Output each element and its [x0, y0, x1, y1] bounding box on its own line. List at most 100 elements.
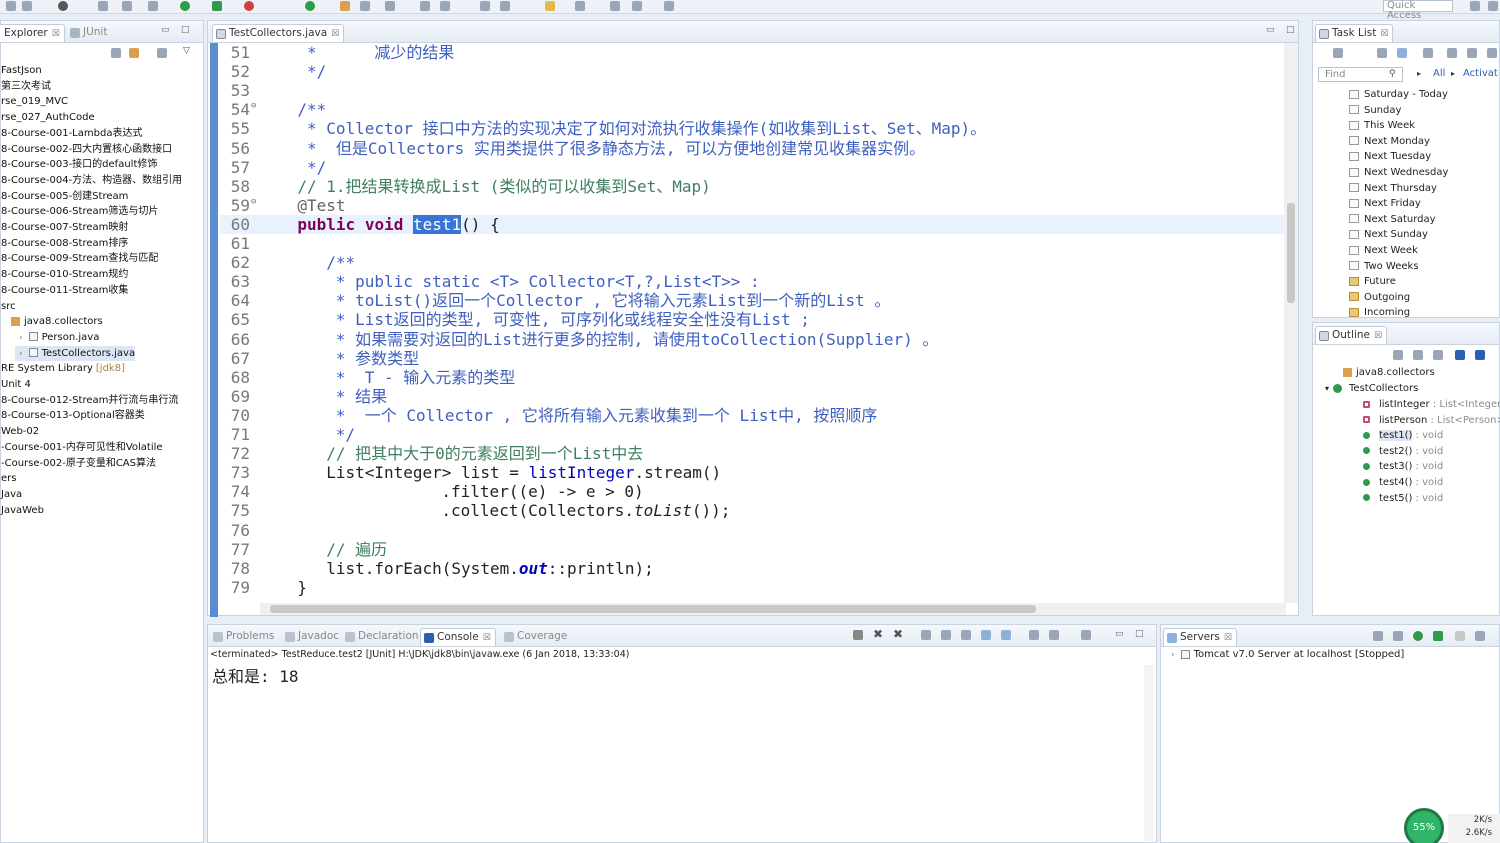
- close-icon[interactable]: ☒: [1380, 26, 1388, 43]
- view-menu-icon[interactable]: [1487, 48, 1497, 58]
- code-line[interactable]: 78 list.forEach(System.out::println);: [220, 559, 1286, 578]
- tab-testcollectors-java[interactable]: TestCollectors.java ☒: [212, 24, 345, 43]
- code-line[interactable]: 71 */: [220, 425, 1286, 444]
- debug-icon[interactable]: [148, 1, 158, 11]
- scrollbar-thumb[interactable]: [270, 605, 1036, 613]
- stop-server-icon[interactable]: [1455, 631, 1465, 641]
- scrollbar-thumb[interactable]: [1287, 203, 1295, 303]
- quick-access-input[interactable]: Quick Access: [1383, 0, 1453, 21]
- synchronize-icon[interactable]: [1467, 48, 1477, 58]
- explorer-tree-item[interactable]: › TestCollectors.java: [15, 345, 136, 361]
- code-line[interactable]: 62 /**: [220, 253, 1286, 272]
- tab-junit[interactable]: JUnit: [67, 24, 111, 42]
- outline-member[interactable]: test1() : void: [1363, 428, 1443, 443]
- task-list-item[interactable]: Saturday - Today: [1349, 87, 1448, 102]
- code-line[interactable]: 61: [220, 234, 1286, 253]
- task-list-item[interactable]: This Week: [1349, 118, 1415, 133]
- open-type-icon[interactable]: [360, 1, 370, 11]
- explorer-tree-item[interactable]: ers: [1, 471, 16, 486]
- minimize-icon[interactable]: ▭: [161, 25, 170, 35]
- maximize-icon[interactable]: □: [181, 25, 190, 35]
- code-area[interactable]: 51 * 减少的结果 52 */53 54 ⊖/** 55 * Collector 接口中方法…: [220, 43, 1286, 601]
- explorer-tree-item[interactable]: rse_019_MVC: [1, 94, 68, 109]
- outline-class[interactable]: ▾ TestCollectors: [1325, 381, 1418, 396]
- task-list-item[interactable]: Next Tuesday: [1349, 149, 1431, 164]
- categorized-icon[interactable]: [1377, 48, 1387, 58]
- show-on-error-icon[interactable]: [1001, 630, 1011, 640]
- code-line[interactable]: 59 ⊖ @Test: [220, 196, 1286, 215]
- user-icon[interactable]: [58, 1, 68, 11]
- focus-icon[interactable]: [157, 48, 167, 58]
- hide-nonpublic-icon[interactable]: [1455, 350, 1465, 360]
- activate-link[interactable]: Activat: [1463, 68, 1498, 79]
- close-icon[interactable]: ☒: [1374, 328, 1382, 345]
- explorer-tree-item[interactable]: src: [1, 299, 16, 314]
- explorer-tree-item[interactable]: 8-Course-004-方法、构造器、数组引用: [1, 173, 182, 188]
- remove-launch-icon[interactable]: ✖: [873, 627, 883, 641]
- code-line[interactable]: 51 * 减少的结果: [220, 43, 1286, 62]
- sort-icon[interactable]: [1433, 350, 1443, 360]
- profile-server-icon[interactable]: [1433, 631, 1443, 641]
- tab-outline[interactable]: Outline ☒: [1315, 326, 1388, 345]
- scroll-lock-icon[interactable]: [941, 630, 951, 640]
- explorer-tree-item[interactable]: 8-Course-011-Stream收集: [1, 283, 128, 298]
- hide-fields-icon[interactable]: [1393, 350, 1403, 360]
- search-icon[interactable]: ⚲: [1389, 69, 1396, 79]
- outline-member[interactable]: listInteger : List<Integer>: [1363, 397, 1500, 412]
- explorer-tree-item[interactable]: JavaWeb: [1, 503, 44, 518]
- tab-declaration[interactable]: Declaration: [342, 628, 423, 646]
- pin-console-icon[interactable]: [1029, 630, 1039, 640]
- scheduled-icon[interactable]: [1397, 48, 1407, 58]
- link-editor-icon[interactable]: [129, 48, 139, 58]
- explorer-tree-item[interactable]: -Course-002-原子变量和CAS算法: [1, 456, 156, 471]
- explorer-tree-item[interactable]: 8-Course-002-四大内置核心函数接口: [1, 142, 172, 157]
- outline-member[interactable]: test2() : void: [1363, 444, 1443, 459]
- vertical-scrollbar[interactable]: [1284, 43, 1298, 603]
- explorer-tree-item[interactable]: 8-Course-009-Stream查找与匹配: [1, 251, 158, 266]
- publish-icon[interactable]: [1475, 631, 1485, 641]
- code-line[interactable]: 52 */: [220, 62, 1286, 81]
- chevron-down-icon[interactable]: ▾: [1325, 384, 1329, 393]
- explorer-tree-item[interactable]: 8-Course-003-接口的default修饰: [1, 157, 157, 172]
- code-line[interactable]: 63 * public static <T> Collector<T,?,List…: [220, 272, 1286, 291]
- filter-icon[interactable]: [1423, 48, 1433, 58]
- chevron-right-icon[interactable]: ›: [1171, 650, 1175, 660]
- console-scrollbar[interactable]: [1144, 665, 1154, 841]
- close-icon[interactable]: ☒: [483, 630, 491, 647]
- close-icon[interactable]: ☒: [331, 26, 339, 43]
- explorer-tree-item[interactable]: -Course-001-内存可见性和Volatile: [1, 440, 163, 455]
- task-list-item[interactable]: Two Weeks: [1349, 259, 1419, 274]
- task-list-item[interactable]: Next Thursday: [1349, 181, 1437, 196]
- tab-servers[interactable]: Servers ☒: [1163, 628, 1237, 646]
- explorer-tree-item[interactable]: RE System Library [jdk8]: [1, 361, 125, 376]
- minimize-icon[interactable]: ▭: [1115, 629, 1124, 639]
- code-line[interactable]: 73 List<Integer> list = listInteger.strea…: [220, 463, 1286, 482]
- prev-annotation-icon[interactable]: [500, 1, 510, 11]
- explorer-tree-item[interactable]: 8-Course-005-创建Stream: [1, 189, 128, 204]
- code-line[interactable]: 65 * List返回的类型, 可变性, 可序列化或线程安全性没有List ;: [220, 310, 1286, 329]
- explorer-tree-item[interactable]: 8-Course-007-Stream映射: [1, 220, 128, 235]
- explorer-tree-item[interactable]: 8-Course-010-Stream规约: [1, 267, 128, 282]
- all-link[interactable]: All: [1433, 68, 1445, 79]
- explorer-tree-item[interactable]: java8.collectors: [7, 314, 103, 329]
- outline-package[interactable]: java8.collectors: [1343, 365, 1435, 380]
- java-perspective-icon[interactable]: [1488, 1, 1498, 11]
- code-line[interactable]: 69 * 结果: [220, 387, 1286, 406]
- task-list-item[interactable]: Future: [1349, 274, 1396, 289]
- explorer-tree-item[interactable]: › Person.java: [15, 330, 99, 345]
- code-line[interactable]: 64 * toList()返回一个Collector , 它将输入元素List到一…: [220, 291, 1286, 310]
- task-list-item[interactable]: Next Sunday: [1349, 227, 1428, 242]
- code-line[interactable]: 70 * 一个 Collector , 它将所有输入元素收集到一个 List中, …: [220, 406, 1286, 425]
- console-output[interactable]: 总和是: 18: [212, 663, 299, 687]
- horizontal-scrollbar[interactable]: [260, 603, 1286, 615]
- explorer-tree-item[interactable]: 8-Course-008-Stream排序: [1, 236, 128, 251]
- close-icon[interactable]: ☒: [1224, 630, 1232, 647]
- clear-console-icon[interactable]: [921, 630, 931, 640]
- bulb-icon[interactable]: [545, 1, 555, 11]
- explorer-tree-item[interactable]: 8-Course-006-Stream筛选与切片: [1, 204, 158, 219]
- new-task-icon[interactable]: [1333, 48, 1343, 58]
- build-icon[interactable]: [98, 1, 108, 11]
- search-icon[interactable]: [385, 1, 395, 11]
- new-class-icon[interactable]: [305, 1, 315, 11]
- explorer-tree-item[interactable]: Web-02: [1, 424, 39, 439]
